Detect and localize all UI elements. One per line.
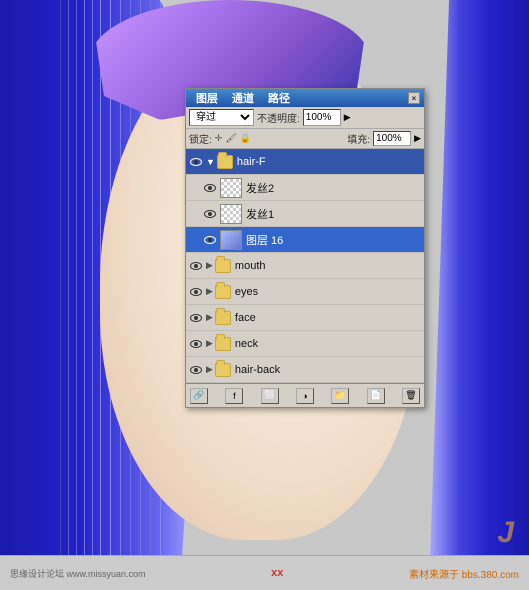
tab-channels[interactable]: 通道 <box>226 90 260 106</box>
watermark-center-text: xx <box>146 567 409 579</box>
layer-name-fassi1: 发丝1 <box>246 206 422 222</box>
mask-button[interactable]: ⬜ <box>261 388 279 404</box>
layer-fassi2[interactable]: 发丝2 <box>186 175 424 201</box>
layers-panel: 图层 通道 路径 × 穿过 正常 溶解 不透明度: 100% ▶ 锁定: ✛ 🖌… <box>185 88 425 408</box>
panel-tabs[interactable]: 图层 通道 路径 <box>190 90 296 106</box>
watermark-left-text: 思缘设计论坛 www.missyuan.com <box>10 567 146 580</box>
eye-icon-fassi2[interactable] <box>202 180 218 196</box>
folder-icon-hair-back <box>215 363 231 377</box>
add-style-button[interactable]: f <box>225 388 243 404</box>
panel-titlebar: 图层 通道 路径 × <box>186 89 424 107</box>
expand-arrow-neck[interactable]: ▶ <box>206 338 213 349</box>
panel-bottom-toolbar: 🔗 f ⬜ ◑ 📁 📄 🗑 <box>186 383 424 407</box>
delete-button[interactable]: 🗑 <box>402 388 420 404</box>
expand-arrow-eyes[interactable]: ▶ <box>206 286 213 297</box>
tab-paths[interactable]: 路径 <box>262 90 296 106</box>
layer-name-face: face <box>235 312 422 324</box>
layer-name-mouth: mouth <box>235 260 422 272</box>
hair-right <box>429 0 529 590</box>
fill-arrow[interactable]: ▶ <box>414 133 421 144</box>
opacity-arrow[interactable]: ▶ <box>344 112 351 123</box>
eye-icon-eyes[interactable] <box>188 284 204 300</box>
tab-layers[interactable]: 图层 <box>190 90 224 106</box>
expand-arrow-hair-back[interactable]: ▶ <box>206 364 213 375</box>
lock-paint-icon[interactable]: 🖌 <box>225 133 236 144</box>
lock-all-icon[interactable]: 🔒 <box>240 133 251 144</box>
layer-hair-f[interactable]: ▼ hair-F <box>186 149 424 175</box>
lock-label: 锁定: <box>189 131 212 146</box>
fill-field[interactable]: 100% <box>373 131 411 146</box>
layers-list: ▼ hair-F 发丝2 发丝1 图层 16 <box>186 149 424 383</box>
layer-name-hair-f: hair-F <box>237 156 422 168</box>
expand-arrow-mouth[interactable]: ▶ <box>206 260 213 271</box>
layer-hair-back[interactable]: ▶ hair-back <box>186 357 424 383</box>
layer-name-neck: neck <box>235 338 422 350</box>
expand-arrow-face[interactable]: ▶ <box>206 312 213 323</box>
panel-close-button[interactable]: × <box>408 92 420 104</box>
folder-button[interactable]: 📁 <box>331 388 349 404</box>
panel-toolbar-1: 穿过 正常 溶解 不透明度: 100% ▶ <box>186 107 424 129</box>
eye-icon-hair-back[interactable] <box>188 362 204 378</box>
folder-icon-eyes <box>215 285 231 299</box>
layer-name-fassi2: 发丝2 <box>246 180 422 196</box>
eye-icon-hair-f[interactable] <box>188 154 204 170</box>
eye-icon-face[interactable] <box>188 310 204 326</box>
layer-face[interactable]: ▶ face <box>186 305 424 331</box>
opacity-label: 不透明度: <box>257 110 300 125</box>
thumb-layer16 <box>220 230 242 250</box>
eye-icon-neck[interactable] <box>188 336 204 352</box>
layer-name-hair-back: hair-back <box>235 364 422 376</box>
adjustment-button[interactable]: ◑ <box>296 388 314 404</box>
panel-toolbar-2: 锁定: ✛ 🖌 🔒 填充: 100% ▶ <box>186 129 424 149</box>
layer-eyes[interactable]: ▶ eyes <box>186 279 424 305</box>
layer-mouth[interactable]: ▶ mouth <box>186 253 424 279</box>
blend-mode-select[interactable]: 穿过 正常 溶解 <box>189 109 254 126</box>
expand-arrow-hair-f[interactable]: ▼ <box>206 157 215 167</box>
layer-name-layer16: 图层 16 <box>246 232 422 248</box>
folder-icon-neck <box>215 337 231 351</box>
eye-icon-mouth[interactable] <box>188 258 204 274</box>
layer-name-eyes: eyes <box>235 286 422 298</box>
new-layer-button[interactable]: 📄 <box>367 388 385 404</box>
lock-position-icon[interactable]: ✛ <box>215 133 223 144</box>
watermark-right-text: 素材来源于 bbs.380.com <box>409 566 519 581</box>
watermark-bar: 思缘设计论坛 www.missyuan.com xx 素材来源于 bbs.380… <box>0 555 529 590</box>
eye-icon-layer16[interactable] <box>202 232 218 248</box>
folder-icon-face <box>215 311 231 325</box>
thumb-fassi1 <box>220 204 242 224</box>
layer-neck[interactable]: ▶ neck <box>186 331 424 357</box>
logo-watermark: J <box>497 516 514 550</box>
link-button[interactable]: 🔗 <box>190 388 208 404</box>
folder-icon-mouth <box>215 259 231 273</box>
layer-layer16[interactable]: 图层 16 <box>186 227 424 253</box>
opacity-field[interactable]: 100% <box>303 109 341 126</box>
thumb-fassi2 <box>220 178 242 198</box>
eye-icon-fassi1[interactable] <box>202 206 218 222</box>
fill-label: 填充: <box>347 131 370 146</box>
folder-icon-hair-f <box>217 155 233 169</box>
layer-fassi1[interactable]: 发丝1 <box>186 201 424 227</box>
